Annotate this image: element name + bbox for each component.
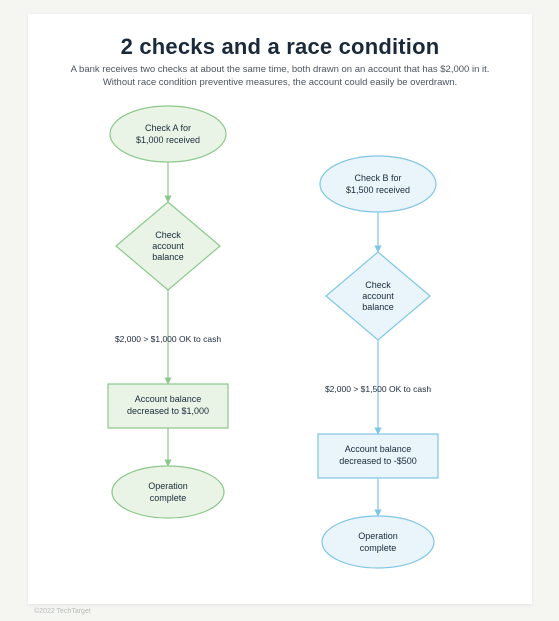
flow-a-end-text1: Operation [148,481,188,491]
flow-b-decision-text3: balance [362,302,394,312]
flow-b-start [320,156,436,212]
diagram-title: 2 checks and a race condition [28,34,532,60]
flow-b-process-text1: Account balance [345,444,412,454]
flow-b-start-text1: Check B for [354,173,401,183]
flow-b-process-text2: decreased to -$500 [339,456,417,466]
flow-b-end-text2: complete [360,543,397,553]
flow-a-start [110,106,226,162]
flow-a-start-text1: Check A for [145,123,191,133]
flow-a-end-text2: complete [150,493,187,503]
copyright-footer: ©2022 TechTarget [34,608,91,615]
flow-b-end [322,516,434,568]
flow-a-start-text2: $1,000 received [136,135,200,145]
flow-b: Check B for $1,500 received Check accoun… [318,156,438,568]
flowchart-svg: Check A for $1,000 received Check accoun… [28,94,532,604]
flow-b-decision-text2: account [362,291,394,301]
flow-b-decision-text1: Check [365,280,391,290]
flow-a-annotation: $2,000 > $1,000 OK to cash [115,334,221,344]
flow-a-decision-text2: account [152,241,184,251]
flowchart-area: Check A for $1,000 received Check accoun… [28,94,532,594]
flow-a-end [112,466,224,518]
flow-a-decision-text1: Check [155,230,181,240]
flow-b-start-text2: $1,500 received [346,185,410,195]
flow-a-process-text2: decreased to $1,000 [127,406,209,416]
flow-a-process-text1: Account balance [135,394,202,404]
flow-a: Check A for $1,000 received Check accoun… [108,106,228,518]
flow-b-end-text1: Operation [358,531,398,541]
diagram-subtitle: A bank receives two checks at about the … [68,64,492,90]
flow-a-decision-text3: balance [152,252,184,262]
diagram-card: 2 checks and a race condition A bank rec… [28,14,532,604]
flow-b-annotation: $2,000 > $1,500 OK to cash [325,384,431,394]
